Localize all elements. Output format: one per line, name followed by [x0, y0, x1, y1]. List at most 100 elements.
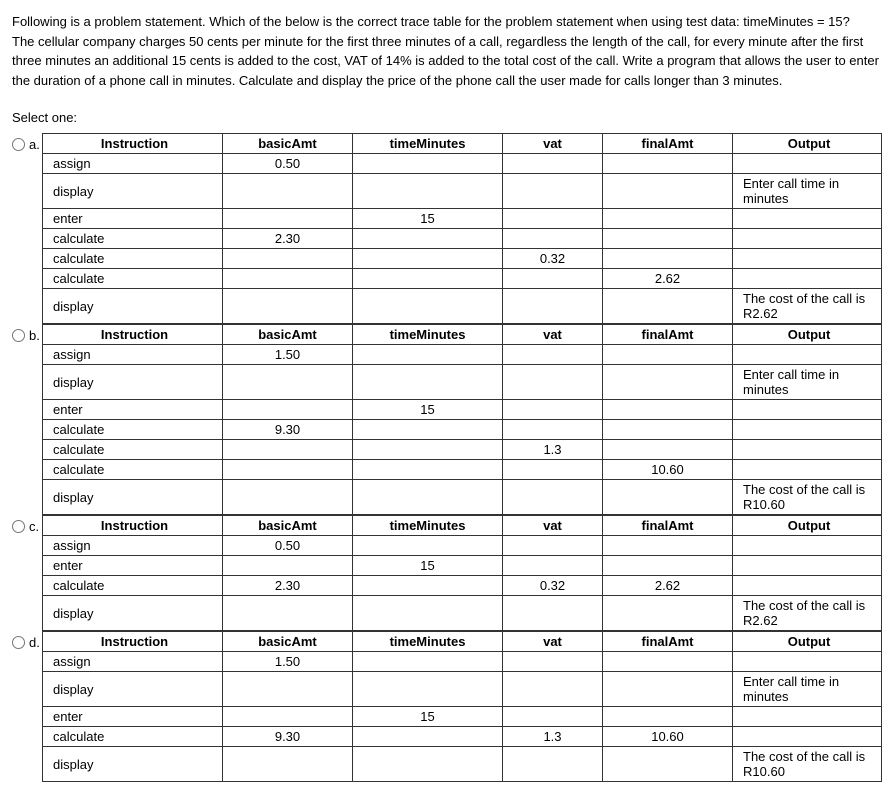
cell-instr: display — [43, 174, 223, 209]
cell-output — [733, 460, 882, 480]
cell-vat — [503, 345, 603, 365]
cell-time — [353, 596, 503, 631]
cell-final — [603, 672, 733, 707]
cell-vat: 0.32 — [503, 249, 603, 269]
cell-output — [733, 707, 882, 727]
cell-time — [353, 576, 503, 596]
cell-output — [733, 556, 882, 576]
cell-instr: display — [43, 365, 223, 400]
radio-option-b[interactable] — [12, 329, 25, 342]
cell-time — [353, 480, 503, 515]
cell-vat — [503, 652, 603, 672]
options-container: a.InstructionbasicAmttimeMinutesvatfinal… — [12, 133, 882, 782]
table-row: calculate2.300.322.62 — [43, 576, 882, 596]
cell-vat — [503, 536, 603, 556]
table-row: calculate10.60 — [43, 460, 882, 480]
radio-option-d[interactable] — [12, 636, 25, 649]
table-row: enter15 — [43, 400, 882, 420]
header-cell: finalAmt — [603, 134, 733, 154]
cell-vat — [503, 480, 603, 515]
cell-instr: enter — [43, 707, 223, 727]
trace-table-b: InstructionbasicAmttimeMinutesvatfinalAm… — [42, 324, 882, 515]
cell-final — [603, 420, 733, 440]
cell-vat — [503, 596, 603, 631]
header-cell: vat — [503, 325, 603, 345]
cell-output — [733, 576, 882, 596]
radio-cell: c. — [12, 515, 42, 534]
table-header-row: InstructionbasicAmttimeMinutesvatfinalAm… — [43, 325, 882, 345]
header-cell: Instruction — [43, 516, 223, 536]
cell-instr: display — [43, 747, 223, 782]
cell-time: 15 — [353, 556, 503, 576]
cell-basic: 9.30 — [223, 727, 353, 747]
table-row: calculate2.30 — [43, 229, 882, 249]
cell-vat — [503, 269, 603, 289]
select-label: Select one: — [12, 110, 882, 125]
table-wrap: InstructionbasicAmttimeMinutesvatfinalAm… — [42, 515, 882, 631]
cell-output — [733, 400, 882, 420]
cell-time — [353, 536, 503, 556]
cell-basic — [223, 365, 353, 400]
cell-time — [353, 345, 503, 365]
cell-vat — [503, 420, 603, 440]
table-row: displayEnter call time in minutes — [43, 672, 882, 707]
cell-instr: enter — [43, 400, 223, 420]
table-wrap: InstructionbasicAmttimeMinutesvatfinalAm… — [42, 324, 882, 515]
header-cell: timeMinutes — [353, 516, 503, 536]
cell-time — [353, 365, 503, 400]
cell-output — [733, 209, 882, 229]
cell-vat — [503, 400, 603, 420]
cell-vat: 0.32 — [503, 576, 603, 596]
table-row: assign1.50 — [43, 652, 882, 672]
cell-final — [603, 209, 733, 229]
cell-final — [603, 229, 733, 249]
header-cell: Instruction — [43, 134, 223, 154]
cell-basic: 2.30 — [223, 576, 353, 596]
cell-output: Enter call time in minutes — [733, 174, 882, 209]
cell-vat — [503, 747, 603, 782]
cell-time — [353, 289, 503, 324]
radio-cell: d. — [12, 631, 42, 650]
cell-basic — [223, 707, 353, 727]
cell-instr: display — [43, 596, 223, 631]
cell-vat — [503, 365, 603, 400]
option-label: a. — [29, 137, 40, 152]
cell-instr: calculate — [43, 229, 223, 249]
cell-instr: enter — [43, 556, 223, 576]
cell-instr: display — [43, 480, 223, 515]
radio-cell: a. — [12, 133, 42, 152]
cell-instr: assign — [43, 652, 223, 672]
cell-vat: 1.3 — [503, 727, 603, 747]
table-row: assign0.50 — [43, 536, 882, 556]
cell-basic: 9.30 — [223, 420, 353, 440]
cell-vat — [503, 174, 603, 209]
cell-output — [733, 440, 882, 460]
radio-cell: b. — [12, 324, 42, 343]
cell-final — [603, 345, 733, 365]
table-row: calculate2.62 — [43, 269, 882, 289]
cell-final — [603, 707, 733, 727]
cell-vat — [503, 229, 603, 249]
table-row: calculate1.3 — [43, 440, 882, 460]
cell-instr: assign — [43, 345, 223, 365]
cell-final — [603, 249, 733, 269]
table-row: displayThe cost of the call is R10.60 — [43, 480, 882, 515]
table-header-row: InstructionbasicAmttimeMinutesvatfinalAm… — [43, 632, 882, 652]
trace-table-c: InstructionbasicAmttimeMinutesvatfinalAm… — [42, 515, 882, 631]
radio-option-a[interactable] — [12, 138, 25, 151]
cell-output — [733, 154, 882, 174]
header-cell: basicAmt — [223, 632, 353, 652]
radio-option-c[interactable] — [12, 520, 25, 533]
table-row: displayThe cost of the call is R2.62 — [43, 596, 882, 631]
cell-output: Enter call time in minutes — [733, 365, 882, 400]
cell-time — [353, 672, 503, 707]
cell-final — [603, 154, 733, 174]
cell-basic: 2.30 — [223, 229, 353, 249]
table-row: enter15 — [43, 707, 882, 727]
header-cell: Output — [733, 632, 882, 652]
cell-time — [353, 727, 503, 747]
table-row: enter15 — [43, 209, 882, 229]
cell-final — [603, 400, 733, 420]
cell-basic — [223, 556, 353, 576]
cell-output — [733, 249, 882, 269]
